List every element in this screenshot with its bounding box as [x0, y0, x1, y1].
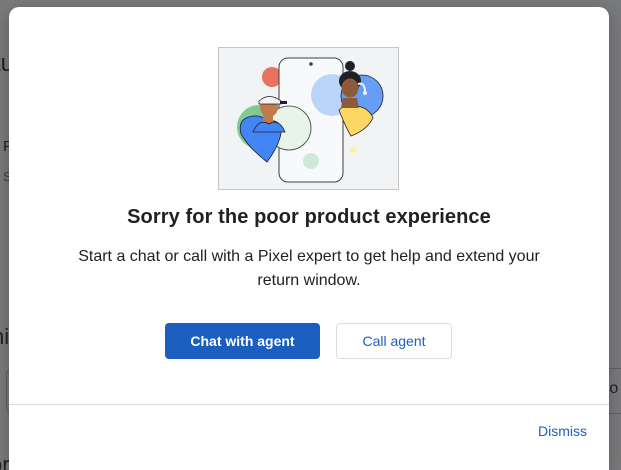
dialog-divider [9, 404, 609, 405]
support-agents-illustration [218, 47, 399, 190]
chat-with-agent-button[interactable]: Chat with agent [165, 323, 320, 359]
call-agent-button[interactable]: Call agent [336, 323, 452, 359]
dialog-title: Sorry for the poor product experience [127, 206, 491, 228]
support-dialog: Sorry for the poor product experience St… [9, 7, 609, 470]
dialog-body: Start a chat or call with a Pixel expert… [78, 248, 540, 289]
dismiss-button[interactable]: Dismiss [538, 423, 587, 439]
